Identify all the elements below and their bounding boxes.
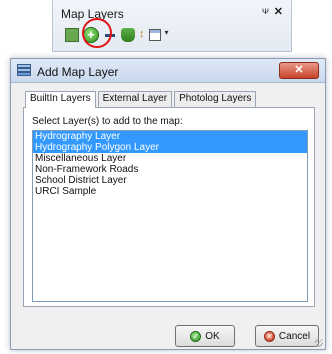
add-map-layer-dialog: Add Map Layer ✕ BuiltIn Layers External … xyxy=(10,58,326,350)
chevron-down-icon[interactable]: ▾ xyxy=(165,28,169,42)
list-item[interactable]: Hydrography Layer xyxy=(33,131,307,142)
sort-icon[interactable]: ↕ xyxy=(139,28,145,42)
list-item[interactable]: URCI Sample xyxy=(33,186,307,197)
list-item[interactable]: Miscellaneous Layer xyxy=(33,153,307,164)
list-item[interactable]: Non-Framework Roads xyxy=(33,164,307,175)
close-icon[interactable]: ✕ xyxy=(274,5,283,18)
cancel-button[interactable]: ✕ Cancel xyxy=(255,325,319,347)
tab-builtin-layers[interactable]: BuiltIn Layers xyxy=(25,91,96,108)
ok-button-label: OK xyxy=(205,330,220,342)
dialog-titlebar: Add Map Layer ✕ xyxy=(11,59,325,83)
layer-listbox[interactable]: Hydrography Layer Hydrography Polygon La… xyxy=(32,130,308,302)
ok-button[interactable]: ✓ OK xyxy=(175,325,235,347)
resize-grip-icon[interactable] xyxy=(315,339,323,347)
tab-panel: Select Layer(s) to add to the map: Hydro… xyxy=(23,107,315,307)
cancel-icon: ✕ xyxy=(263,330,275,342)
tab-strip: BuiltIn Layers External Layer Photolog L… xyxy=(25,91,258,108)
layers-toolbar: + ↕ ▾ xyxy=(65,26,169,44)
grid-icon[interactable] xyxy=(65,28,79,42)
highlight-circle xyxy=(82,18,112,48)
check-icon: ✓ xyxy=(190,330,202,342)
tab-photolog-layers[interactable]: Photolog Layers xyxy=(174,91,257,107)
dialog-close-button[interactable]: ✕ xyxy=(279,62,319,79)
layers-icon xyxy=(17,64,31,77)
pin-icon[interactable]: ᴪ xyxy=(262,6,269,17)
list-item[interactable]: School District Layer xyxy=(33,175,307,186)
dialog-title: Add Map Layer xyxy=(37,65,119,79)
tab-external-layer[interactable]: External Layer xyxy=(97,91,173,107)
layers-icon[interactable] xyxy=(121,28,135,42)
list-label: Select Layer(s) to add to the map: xyxy=(32,116,183,127)
list-item[interactable]: Hydrography Polygon Layer xyxy=(33,142,307,153)
cancel-button-label: Cancel xyxy=(278,330,311,342)
properties-icon[interactable] xyxy=(148,29,161,41)
